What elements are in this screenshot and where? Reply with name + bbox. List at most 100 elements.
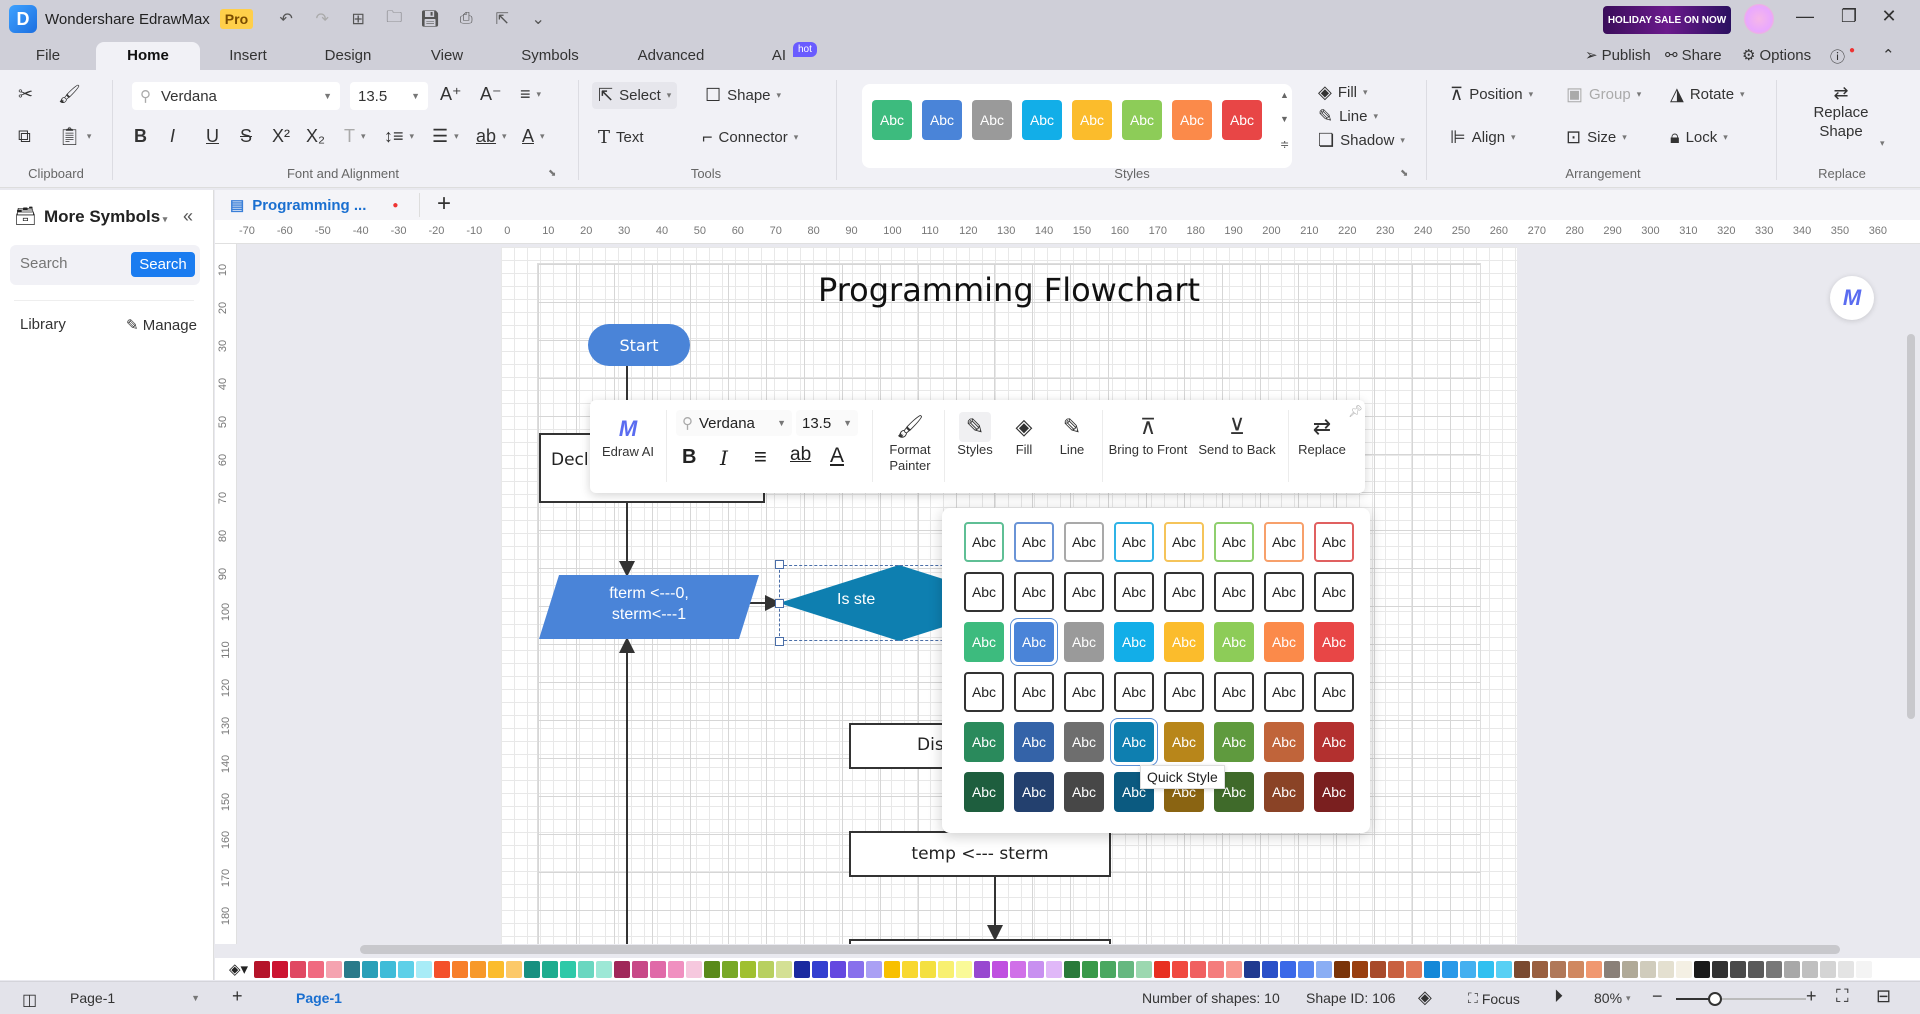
palette-color[interactable] bbox=[578, 960, 595, 978]
add-page-icon[interactable]: + bbox=[232, 986, 243, 1007]
quick-style-swatch[interactable]: Abc bbox=[1114, 672, 1154, 712]
palette-color[interactable] bbox=[452, 960, 469, 978]
replace-shape-dropdown-icon[interactable]: ▾ bbox=[1880, 138, 1885, 149]
palette-color[interactable] bbox=[470, 960, 487, 978]
fill-button[interactable]: ◈ Fill bbox=[1004, 412, 1044, 457]
quick-style-swatch[interactable]: Abc bbox=[1264, 772, 1304, 812]
palette-color[interactable] bbox=[1190, 960, 1207, 978]
quick-style-swatch[interactable]: Abc bbox=[964, 572, 1004, 612]
text-case-button[interactable]: T ▾ bbox=[344, 126, 366, 147]
restore-icon[interactable]: ❐ bbox=[1834, 6, 1864, 32]
palette-color[interactable] bbox=[1316, 960, 1333, 978]
new-icon[interactable]: ⊞ bbox=[347, 9, 369, 29]
zoom-in-icon[interactable]: + bbox=[1806, 986, 1817, 1007]
underline-button[interactable]: U bbox=[206, 126, 219, 147]
options-button[interactable]: ⚙ Options bbox=[1742, 46, 1811, 65]
tab-advanced[interactable]: Advanced bbox=[630, 42, 712, 70]
text-tool[interactable]: T Text bbox=[598, 127, 644, 148]
palette-color[interactable] bbox=[650, 960, 667, 978]
tab-view[interactable]: View bbox=[422, 42, 472, 70]
palette-color[interactable] bbox=[1082, 960, 1099, 978]
palette-color[interactable] bbox=[1568, 960, 1585, 978]
palette-color[interactable] bbox=[1028, 960, 1045, 978]
font-family-select[interactable]: ⚲ Verdana ▼ bbox=[132, 82, 340, 110]
italic-button[interactable]: I bbox=[170, 126, 175, 147]
palette-color[interactable] bbox=[1352, 960, 1369, 978]
quick-style-swatch[interactable]: Abc bbox=[1014, 722, 1054, 762]
floating-font-color-icon[interactable]: A bbox=[830, 444, 844, 468]
quick-style-swatch[interactable]: Abc bbox=[1164, 672, 1204, 712]
tab-design[interactable]: Design bbox=[315, 42, 381, 70]
palette-color[interactable] bbox=[326, 960, 343, 978]
edraw-ai-floating-button[interactable]: M bbox=[1830, 276, 1874, 320]
shape-tool[interactable]: ☐ Shape ▾ bbox=[705, 85, 781, 106]
line-button[interactable]: ✎ Line bbox=[1050, 412, 1094, 457]
quick-style-swatch[interactable]: Abc bbox=[1214, 522, 1254, 562]
palette-color[interactable] bbox=[686, 960, 703, 978]
palette-color[interactable] bbox=[1244, 960, 1261, 978]
palette-color[interactable] bbox=[902, 960, 919, 978]
redo-icon[interactable]: ↷ bbox=[311, 9, 333, 29]
palette-color[interactable] bbox=[758, 960, 775, 978]
quick-style-swatch[interactable]: Abc bbox=[1314, 722, 1354, 762]
play-icon[interactable]: ⏵ bbox=[1554, 986, 1563, 1007]
horizontal-scrollbar[interactable] bbox=[360, 945, 1840, 954]
style-swatch[interactable]: Abc bbox=[1072, 100, 1112, 140]
palette-color[interactable] bbox=[920, 960, 937, 978]
floating-bold-icon[interactable]: B bbox=[682, 446, 696, 469]
fit-width-icon[interactable]: ⊟ bbox=[1876, 986, 1891, 1007]
palette-color[interactable] bbox=[1658, 960, 1675, 978]
holiday-sale-banner[interactable]: HOLIDAY SALE ON NOW bbox=[1603, 6, 1731, 34]
quick-style-swatch[interactable]: Abc bbox=[964, 522, 1004, 562]
temp-process[interactable]: temp <--- sterm bbox=[849, 831, 1111, 877]
floating-align-icon[interactable]: ≡ bbox=[754, 444, 767, 470]
tab-symbols[interactable]: Symbols bbox=[515, 42, 585, 70]
open-icon[interactable]: 🗀 bbox=[383, 6, 405, 33]
tab-file[interactable]: File bbox=[22, 42, 74, 70]
quick-style-swatch[interactable]: Abc bbox=[1114, 622, 1154, 662]
start-terminator[interactable]: Start bbox=[588, 324, 690, 366]
connector-tool[interactable]: ⌐ Connector ▾ bbox=[702, 127, 798, 148]
quick-style-swatch[interactable]: Abc bbox=[964, 672, 1004, 712]
style-swatch[interactable]: Abc bbox=[1172, 100, 1212, 140]
highlight-button[interactable]: ab ▾ bbox=[476, 126, 507, 147]
quick-style-swatch[interactable]: Abc bbox=[1214, 672, 1254, 712]
fullscreen-icon[interactable]: ⛶ bbox=[1836, 986, 1849, 1007]
subscript-button[interactable]: X₂ bbox=[306, 126, 325, 147]
palette-color[interactable] bbox=[1730, 960, 1747, 978]
quick-style-swatch[interactable]: Abc bbox=[1164, 522, 1204, 562]
print-icon[interactable]: ⎙ bbox=[455, 10, 477, 28]
styles-button[interactable]: ✎ Styles bbox=[950, 412, 1000, 457]
palette-color[interactable] bbox=[1442, 960, 1459, 978]
palette-color[interactable] bbox=[398, 960, 415, 978]
palette-color[interactable] bbox=[1514, 960, 1531, 978]
quick-style-swatch[interactable]: Abc bbox=[1064, 522, 1104, 562]
focus-button[interactable]: ⛶ Focus bbox=[1468, 990, 1520, 1007]
zoom-slider[interactable] bbox=[1676, 992, 1806, 1006]
manage-button[interactable]: ✎ Manage bbox=[126, 316, 197, 334]
palette-color[interactable] bbox=[506, 960, 523, 978]
palette-color[interactable] bbox=[974, 960, 991, 978]
quick-style-swatch[interactable]: Abc bbox=[964, 722, 1004, 762]
align-button[interactable]: ⊫ Align ▾ bbox=[1450, 127, 1516, 148]
palette-color[interactable] bbox=[1136, 960, 1153, 978]
palette-color[interactable] bbox=[416, 960, 433, 978]
page-tab[interactable]: Page-1 bbox=[296, 990, 342, 1006]
resize-handle[interactable] bbox=[775, 637, 784, 646]
quick-style-swatch[interactable]: Abc bbox=[1014, 572, 1054, 612]
new-tab-icon[interactable]: + bbox=[419, 190, 469, 218]
palette-color[interactable] bbox=[290, 960, 307, 978]
font-dialog-launcher-icon[interactable]: ⬊ bbox=[548, 168, 556, 179]
bring-to-front-button[interactable]: ⊼ Bring to Front bbox=[1104, 412, 1192, 457]
document-tab[interactable]: ▤ Programming ... ● bbox=[230, 190, 415, 220]
quick-style-swatch[interactable]: Abc bbox=[1264, 672, 1304, 712]
quick-style-swatch[interactable]: Abc bbox=[1164, 622, 1204, 662]
palette-color[interactable] bbox=[884, 960, 901, 978]
quick-style-swatch[interactable]: Abc bbox=[1314, 672, 1354, 712]
user-avatar[interactable] bbox=[1744, 4, 1774, 34]
palette-color[interactable] bbox=[614, 960, 631, 978]
palette-color[interactable] bbox=[1424, 960, 1441, 978]
customize-icon[interactable]: ⌄ bbox=[527, 9, 549, 29]
palette-color[interactable] bbox=[1334, 960, 1351, 978]
quick-style-swatch[interactable]: Abc bbox=[1110, 718, 1158, 766]
